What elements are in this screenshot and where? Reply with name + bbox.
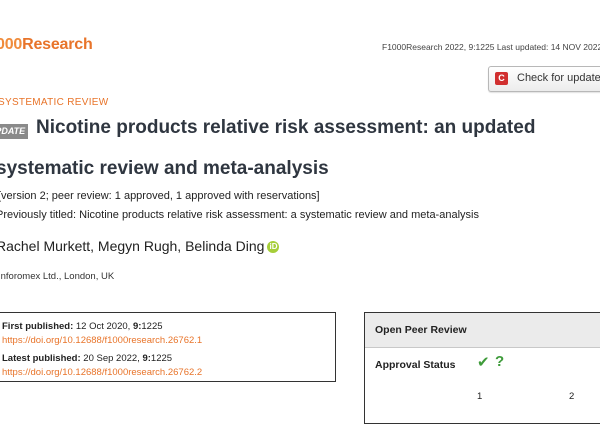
reviewer-column-2[interactable]: 2: [569, 391, 574, 402]
first-published-date: 12 Oct 2020,: [75, 321, 131, 332]
first-doi-link[interactable]: https://doi.org/10.12688/f1000research.2…: [2, 335, 202, 346]
version-status: [version 2; peer review: 1 approved, 1 a…: [0, 190, 320, 202]
publication-info: First published: 12 Oct 2020, 9:1225 htt…: [0, 312, 336, 382]
journal-meta: F1000Research 2022, 9:1225 Last updated:…: [382, 42, 600, 52]
reviewer-column-1[interactable]: 1: [477, 391, 482, 402]
affiliation: Inforomex Ltd., London, UK: [0, 271, 115, 282]
check-for-updates-button[interactable]: C Check for updates: [488, 66, 600, 92]
latest-published-volume: 9:: [142, 353, 151, 364]
orcid-icon[interactable]: iD: [267, 241, 280, 253]
first-published: First published: 12 Oct 2020, 9:1225: [2, 321, 163, 332]
update-tag: UPDATE: [0, 124, 28, 139]
first-published-label: First published:: [2, 321, 74, 332]
check-for-updates-label: Check for updates: [517, 72, 600, 84]
peer-review-heading: Open Peer Review: [375, 324, 467, 336]
latest-published-date: 20 Sep 2022,: [83, 353, 140, 364]
question-icon: ?: [495, 353, 505, 370]
f1000-logo[interactable]: 000Research: [0, 36, 93, 54]
open-peer-review-panel: Open Peer Review Approval Status ✔ ? 1 2: [364, 312, 600, 424]
peer-review-header: Open Peer Review: [365, 313, 600, 348]
authors-text[interactable]: Rachel Murkett, Megyn Rugh, Belinda Ding: [0, 238, 264, 254]
article-type: SYSTEMATIC REVIEW: [0, 97, 109, 108]
check-icon: ✔: [477, 354, 490, 371]
crossmark-icon: C: [495, 72, 508, 85]
latest-doi-link[interactable]: https://doi.org/10.12688/f1000research.2…: [2, 367, 202, 378]
latest-published-id: 1225: [150, 353, 173, 364]
approval-status-label: Approval Status: [375, 359, 456, 371]
latest-published: Latest published: 20 Sep 2022, 9:1225: [2, 353, 172, 364]
article-title-line1: Nicotine products relative risk assessme…: [36, 117, 536, 138]
logo-word: Research: [22, 36, 93, 53]
logo-prefix: 000: [0, 36, 23, 53]
first-published-id: 1225: [141, 321, 163, 332]
author-list: Rachel Murkett, Megyn Rugh, Belinda Ding…: [0, 238, 280, 254]
article-title-line2: systematic review and meta-analysis: [0, 158, 329, 179]
latest-published-label: Latest published:: [2, 353, 81, 364]
previous-title: Previously titled: Nicotine products rel…: [0, 209, 479, 221]
